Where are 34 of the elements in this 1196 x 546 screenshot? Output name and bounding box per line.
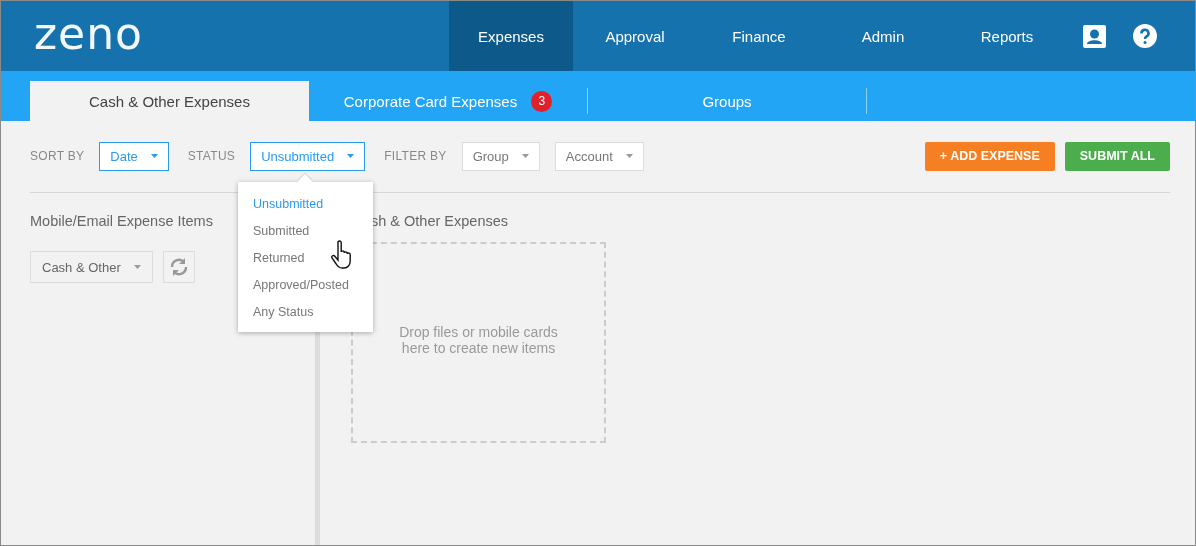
menu-item[interactable]: Submitted bbox=[238, 218, 373, 245]
sort-select[interactable]: Date bbox=[99, 141, 169, 171]
hand-cursor-icon bbox=[331, 240, 353, 270]
add-expense-button[interactable]: + ADD EXPENSE bbox=[924, 141, 1055, 171]
nav-tab[interactable]: Finance bbox=[697, 1, 821, 71]
refresh-button[interactable] bbox=[162, 251, 195, 283]
drop-hint: Drop files or mobile cards here to create new items bbox=[399, 324, 558, 356]
caret-icon bbox=[133, 265, 141, 269]
logo: zeno bbox=[34, 12, 143, 56]
count-badge: 3 bbox=[531, 90, 553, 112]
nav-tab[interactable]: Approval bbox=[573, 1, 697, 71]
submit-all-button[interactable]: SUBMIT ALL bbox=[1064, 141, 1170, 171]
status-select[interactable]: Unsubmitted bbox=[250, 141, 366, 171]
caret-icon bbox=[521, 154, 529, 158]
caret-icon bbox=[625, 154, 633, 158]
tab[interactable]: Cash & Other Expenses bbox=[30, 81, 309, 121]
status-label: STATUS bbox=[187, 149, 236, 163]
nav-tab[interactable]: Reports bbox=[945, 1, 1069, 71]
caret-icon bbox=[347, 154, 355, 158]
panel-title: Mobile/Email Expense Items bbox=[30, 213, 214, 229]
caret-icon bbox=[150, 154, 158, 158]
nav-tab[interactable]: Admin bbox=[821, 1, 945, 71]
filter-select[interactable]: Group bbox=[461, 141, 540, 171]
help-icon[interactable] bbox=[1133, 24, 1157, 48]
tab[interactable]: Corporate Card Expenses 3 bbox=[309, 81, 587, 121]
filter-by-label: FILTER BY bbox=[384, 149, 447, 163]
sort-by-label: SORT BY bbox=[30, 149, 85, 163]
menu-item[interactable]: Unsubmitted bbox=[238, 191, 373, 218]
nav-tab[interactable]: Expenses bbox=[449, 1, 573, 71]
tab[interactable]: Groups bbox=[588, 81, 866, 121]
refresh-icon bbox=[168, 257, 189, 277]
type-select[interactable]: Cash & Other bbox=[30, 251, 153, 283]
user-icon[interactable] bbox=[1083, 24, 1106, 48]
filter-select[interactable]: Account bbox=[554, 141, 644, 171]
